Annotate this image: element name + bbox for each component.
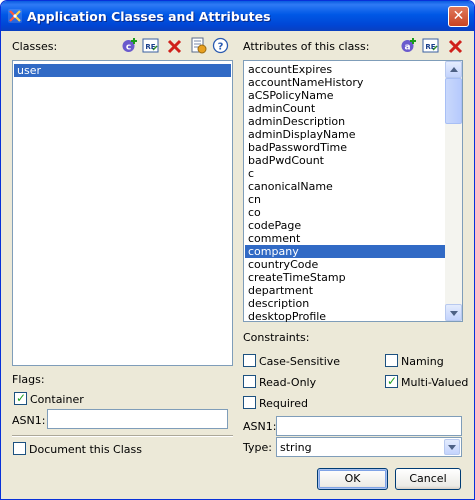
attribute-item[interactable]: canonicalName bbox=[245, 180, 445, 193]
window-title: Application Classes and Attributes bbox=[27, 9, 271, 24]
constraints-asn1-label: ASN1: bbox=[243, 420, 277, 433]
rename-attribute-icon[interactable]: RE bbox=[422, 37, 439, 54]
ok-button[interactable]: OK bbox=[317, 468, 388, 490]
help-icon[interactable]: ? bbox=[212, 37, 229, 54]
title-bar[interactable]: Application Classes and Attributes ✕ bbox=[1, 1, 474, 31]
attribute-item[interactable]: adminCount bbox=[245, 102, 445, 115]
arrow-up-icon bbox=[450, 67, 458, 72]
attributes-scrollbar[interactable] bbox=[445, 61, 462, 321]
chevron-down-icon bbox=[448, 445, 456, 450]
attribute-item[interactable]: codePage bbox=[245, 219, 445, 232]
app-tool-icon bbox=[8, 9, 22, 23]
attributes-list: accountExpires accountNameHistory aCSPolic… bbox=[245, 63, 445, 323]
svg-text:c: c bbox=[126, 43, 131, 53]
attribute-item[interactable]: desktopProfile bbox=[245, 310, 445, 323]
scroll-up-button[interactable] bbox=[445, 61, 462, 78]
required-label: Required bbox=[259, 397, 308, 410]
attribute-item[interactable]: c bbox=[245, 167, 445, 180]
attribute-item[interactable]: createTimeStamp bbox=[245, 271, 445, 284]
container-checkbox[interactable]: ✓ bbox=[14, 391, 27, 405]
arrow-down-icon bbox=[450, 311, 458, 316]
scroll-thumb[interactable] bbox=[445, 78, 462, 124]
case-sensitive-checkbox[interactable] bbox=[243, 354, 256, 367]
read-only-checkbox[interactable] bbox=[243, 375, 256, 388]
attribute-item[interactable]: accountNameHistory bbox=[245, 76, 445, 89]
attributes-label: Attributes of this class: bbox=[243, 40, 370, 53]
properties-icon[interactable] bbox=[190, 37, 207, 54]
close-icon: ✕ bbox=[452, 8, 465, 24]
constraints-asn1-input[interactable] bbox=[276, 416, 462, 436]
attribute-item[interactable]: comment bbox=[245, 232, 445, 245]
attribute-item[interactable]: adminDescription bbox=[245, 115, 445, 128]
document-class-label: Document this Class bbox=[29, 443, 142, 456]
cancel-button[interactable]: Cancel bbox=[395, 468, 461, 490]
attribute-item[interactable]: adminDisplayName bbox=[245, 128, 445, 141]
attribute-item[interactable]: department bbox=[245, 284, 445, 297]
dialog-window: Application Classes and Attributes ✕ Cla… bbox=[0, 0, 475, 500]
add-class-icon[interactable]: c bbox=[121, 37, 138, 54]
multi-valued-checkbox[interactable]: ✓ bbox=[385, 374, 398, 388]
naming-checkbox[interactable] bbox=[385, 354, 398, 367]
container-label: Container bbox=[30, 393, 84, 406]
add-attribute-icon[interactable]: a bbox=[400, 37, 417, 54]
rename-class-icon[interactable]: RE bbox=[142, 37, 159, 54]
attribute-item[interactable]: co bbox=[245, 206, 445, 219]
classes-listbox[interactable]: user bbox=[12, 60, 233, 366]
constraints-label: Constraints: bbox=[243, 331, 310, 344]
type-label: Type: bbox=[243, 441, 272, 454]
attributes-listbox[interactable]: accountExpires accountNameHistory aCSPolic… bbox=[243, 60, 463, 323]
flags-divider bbox=[12, 435, 233, 437]
flags-asn1-label: ASN1: bbox=[12, 414, 46, 427]
document-class-checkbox[interactable] bbox=[13, 442, 26, 455]
class-item-user[interactable]: user bbox=[14, 64, 231, 77]
attribute-item[interactable]: description bbox=[245, 297, 445, 310]
multi-valued-label: Multi-Valued bbox=[401, 376, 469, 389]
close-button[interactable]: ✕ bbox=[448, 6, 469, 27]
classes-label: Classes: bbox=[12, 40, 58, 53]
naming-label: Naming bbox=[401, 355, 444, 368]
attribute-item[interactable]: badPasswordTime bbox=[245, 141, 445, 154]
svg-text:?: ? bbox=[218, 42, 224, 53]
flags-asn1-input[interactable] bbox=[47, 409, 228, 429]
checkmark-icon: ✓ bbox=[387, 374, 398, 388]
svg-text:a: a bbox=[404, 43, 410, 53]
attribute-item[interactable]: company bbox=[245, 245, 445, 258]
flags-label: Flags: bbox=[12, 373, 45, 386]
attribute-item[interactable]: cn bbox=[245, 193, 445, 206]
attribute-item[interactable]: countryCode bbox=[245, 258, 445, 271]
type-select[interactable]: string bbox=[276, 437, 462, 457]
attribute-item[interactable]: badPwdCount bbox=[245, 154, 445, 167]
attribute-item[interactable]: accountExpires bbox=[245, 63, 445, 76]
delete-attribute-icon[interactable] bbox=[447, 38, 464, 55]
delete-class-icon[interactable] bbox=[166, 38, 183, 55]
required-checkbox[interactable] bbox=[243, 396, 256, 409]
read-only-label: Read-Only bbox=[259, 376, 317, 389]
checkmark-icon: ✓ bbox=[16, 391, 27, 405]
type-dropdown-button[interactable] bbox=[444, 439, 460, 455]
scroll-down-button[interactable] bbox=[445, 304, 462, 321]
case-sensitive-label: Case-Sensitive bbox=[259, 355, 341, 368]
type-value: string bbox=[280, 441, 312, 454]
attribute-item[interactable]: aCSPolicyName bbox=[245, 89, 445, 102]
